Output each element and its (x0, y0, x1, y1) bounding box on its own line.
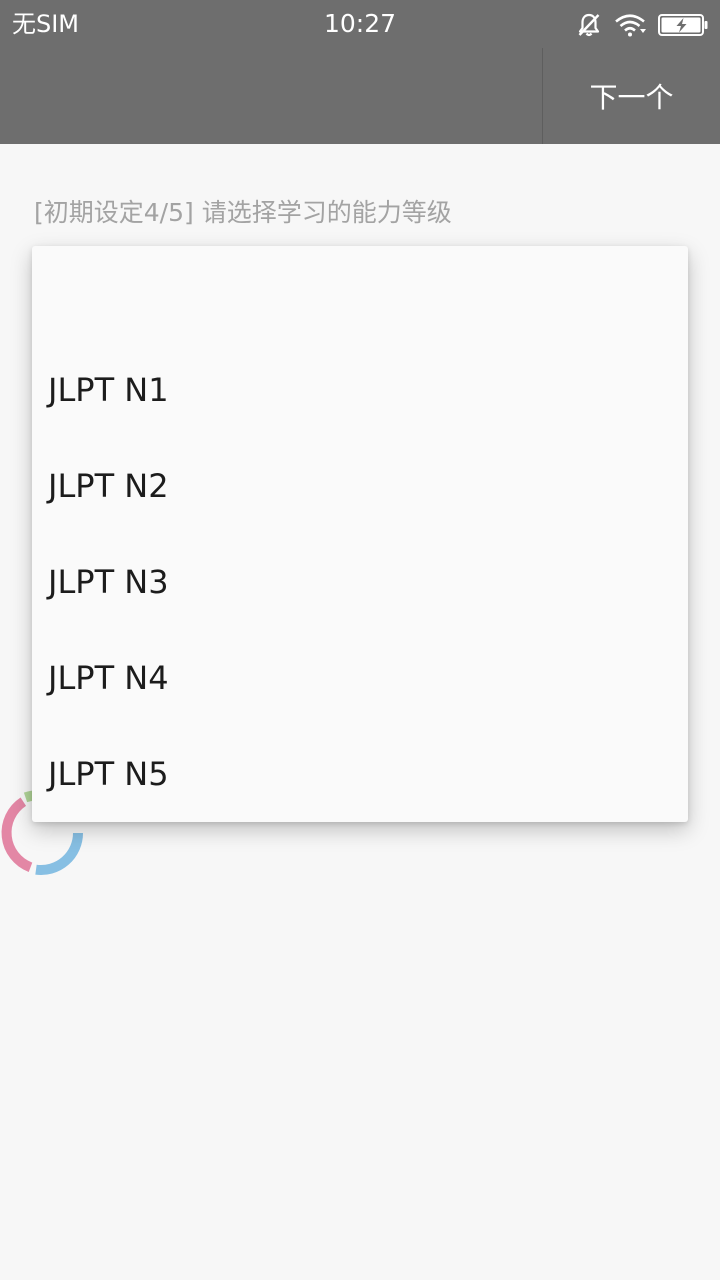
dropdown-option-n3[interactable]: JLPT N3 (32, 534, 688, 630)
dropdown-option-n2[interactable]: JLPT N2 (32, 438, 688, 534)
next-button[interactable]: 下一个 (543, 48, 720, 144)
level-dropdown-list: JLPT N1 JLPT N2 JLPT N3 JLPT N4 JLPT N5 (32, 246, 688, 822)
toolbar: 下一个 (0, 48, 720, 144)
mute-bell-icon (576, 12, 602, 38)
status-bar: 无SIM 10:27 (0, 0, 720, 48)
status-icons (576, 11, 708, 39)
wifi-icon (614, 13, 646, 37)
dropdown-option-empty[interactable] (32, 246, 688, 342)
setup-prompt: [初期设定4/5] 请选择学习的能力等级 (34, 198, 452, 227)
dropdown-option-n4[interactable]: JLPT N4 (32, 630, 688, 726)
screen: 无SIM 10:27 下一个 [初期设定4/5] 请选择学习的能力等级 JLPT… (0, 0, 720, 1280)
battery-charging-icon (658, 13, 708, 37)
dropdown-option-n5[interactable]: JLPT N5 (32, 726, 688, 822)
dropdown-option-n1[interactable]: JLPT N1 (32, 342, 688, 438)
